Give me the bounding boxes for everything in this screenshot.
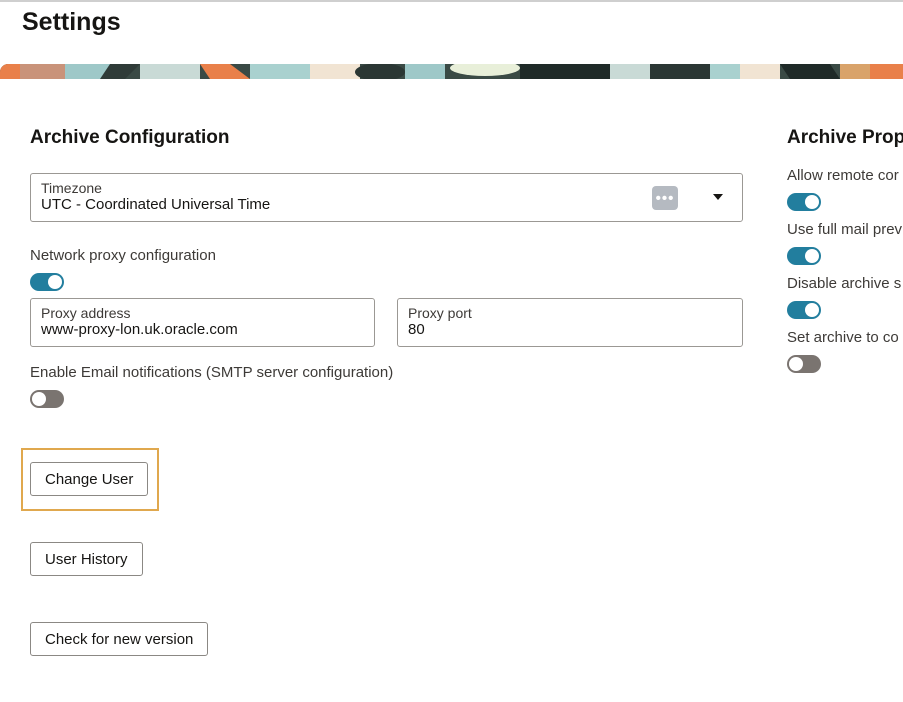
- proxy-port-value: 80: [408, 321, 425, 338]
- archive-configuration-title: Archive Configuration: [30, 127, 230, 148]
- prop-toggle-set-archive[interactable]: [787, 355, 821, 373]
- timezone-value: UTC - Coordinated Universal Time: [41, 196, 271, 213]
- proxy-address-label: Proxy address: [41, 305, 131, 321]
- prop-label-remote: Allow remote cor: [787, 167, 899, 184]
- archive-properties-title: Archive Prop: [787, 127, 903, 148]
- caret-down-icon[interactable]: [713, 194, 723, 200]
- change-user-button[interactable]: Change User: [30, 462, 149, 496]
- user-history-button[interactable]: User History: [30, 542, 143, 576]
- prop-toggle-mail-preview[interactable]: [787, 247, 821, 265]
- network-proxy-toggle[interactable]: [30, 273, 64, 291]
- email-notifications-label: Enable Email notifications (SMTP server …: [30, 364, 394, 381]
- timezone-select[interactable]: Timezone UTC - Coordinated Universal Tim…: [30, 173, 743, 222]
- proxy-port-label: Proxy port: [408, 305, 472, 321]
- proxy-address-field[interactable]: Proxy address www-proxy-lon.uk.oracle.co…: [30, 298, 375, 347]
- proxy-port-field[interactable]: Proxy port 80: [397, 298, 743, 347]
- prop-toggle-remote[interactable]: [787, 193, 821, 211]
- timezone-label: Timezone: [41, 180, 102, 196]
- top-border: [0, 0, 903, 2]
- proxy-address-value: www-proxy-lon.uk.oracle.com: [41, 321, 238, 338]
- decorative-banner: [0, 64, 903, 79]
- email-notifications-toggle[interactable]: [30, 390, 64, 408]
- network-proxy-label: Network proxy configuration: [30, 247, 216, 264]
- prop-label-disable-archive: Disable archive s: [787, 275, 902, 292]
- ellipsis-icon: •••: [652, 186, 678, 210]
- prop-label-set-archive: Set archive to co: [787, 329, 899, 346]
- prop-label-mail-preview: Use full mail prev: [787, 221, 903, 238]
- page-title: Settings: [22, 8, 121, 36]
- check-version-button[interactable]: Check for new version: [30, 622, 209, 656]
- prop-toggle-disable-archive[interactable]: [787, 301, 821, 319]
